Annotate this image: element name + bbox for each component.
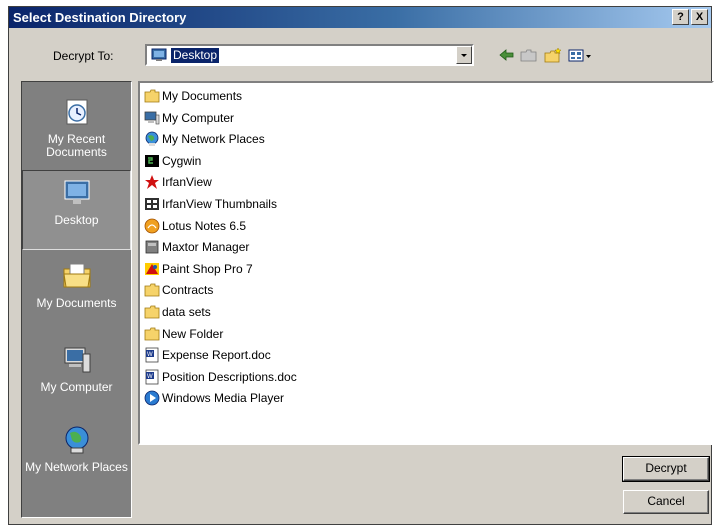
doc-icon: W — [145, 347, 159, 363]
file-name: My Network Places — [162, 132, 265, 147]
desktop-icon — [64, 180, 89, 204]
file-name: IrfanView — [162, 175, 212, 190]
places-bar: My Recent Documents Desktop My Documents — [21, 81, 132, 518]
file-name: Windows Media Player — [162, 391, 285, 406]
svg-text:W: W — [147, 374, 153, 380]
file-row[interactable]: Cygwin — [144, 152, 201, 172]
place-network-places[interactable]: My Network Places — [22, 418, 131, 498]
file-row[interactable]: Contracts — [144, 281, 213, 301]
place-my-computer[interactable]: My Computer — [22, 338, 131, 418]
desktop-icon — [151, 48, 167, 61]
file-name: Contracts — [162, 283, 214, 298]
thumbs-icon — [145, 198, 159, 210]
select-destination-dialog: Select Destination Directory ? X Decrypt… — [8, 6, 714, 525]
file-name: Position Descriptions.doc — [162, 369, 297, 384]
decrypt-button[interactable]: Decrypt — [622, 456, 710, 482]
file-name: Lotus Notes 6.5 — [162, 218, 247, 233]
folder-icon — [144, 283, 160, 297]
file-row[interactable]: My Network Places — [144, 130, 265, 150]
recent-documents-icon — [66, 99, 87, 125]
up-folder-icon[interactable] — [519, 47, 539, 64]
file-name: My Computer — [162, 110, 235, 125]
file-row[interactable]: W Position Descriptions.doc — [144, 368, 297, 388]
file-list[interactable]: My Documents My Computer My Network Places… — [138, 81, 714, 445]
place-label: My Documents — [36, 296, 117, 310]
place-recent-documents[interactable]: My Recent Documents — [22, 90, 131, 170]
my-documents-icon — [62, 263, 91, 288]
decrypt-to-combo[interactable]: Desktop — [145, 44, 474, 66]
file-name: My Documents — [162, 89, 243, 103]
folder-icon — [144, 327, 160, 340]
help-button[interactable]: ? — [672, 9, 689, 25]
window-title: Select Destination Directory — [13, 10, 187, 25]
file-row[interactable]: data sets — [144, 303, 211, 323]
place-label: My Computer — [40, 380, 113, 394]
folder-icon — [144, 89, 160, 103]
dropdown-arrow-button[interactable] — [456, 46, 472, 64]
place-my-documents[interactable]: My Documents — [22, 254, 131, 334]
place-label: My Network Places — [25, 460, 128, 474]
computer-icon — [144, 111, 160, 124]
file-row[interactable]: IrfanView — [144, 173, 212, 193]
file-row[interactable]: New Folder — [144, 325, 223, 345]
decrypt-to-value: Desktop — [171, 48, 220, 63]
psp-icon — [145, 262, 159, 275]
cancel-button[interactable]: Cancel — [623, 490, 709, 514]
wmp-icon — [144, 390, 160, 406]
folder-icon — [144, 305, 160, 319]
file-row[interactable]: My Documents — [144, 87, 242, 107]
maxtor-icon — [145, 240, 159, 254]
file-row[interactable]: W Expense Report.doc — [144, 346, 271, 366]
file-name: Maxtor Manager — [162, 240, 250, 255]
place-label: My Recent Documents — [46, 132, 107, 159]
file-name: data sets — [162, 305, 211, 319]
view-menu-icon[interactable] — [567, 47, 593, 64]
file-name: New Folder — [162, 326, 224, 341]
file-name: Paint Shop Pro 7 — [162, 261, 253, 276]
place-label: Desktop — [54, 213, 99, 227]
lotus-icon — [144, 218, 160, 233]
doc-icon: W — [145, 369, 159, 385]
place-desktop[interactable]: Desktop — [22, 170, 131, 250]
file-row[interactable]: My Computer — [144, 109, 234, 129]
title-bar: Select Destination Directory ? X — [9, 7, 711, 28]
network-places-icon — [65, 426, 88, 454]
cygwin-icon — [145, 154, 159, 167]
file-name: Cygwin — [162, 153, 202, 168]
file-row[interactable]: Lotus Notes 6.5 — [144, 217, 246, 237]
new-folder-icon[interactable] — [543, 47, 563, 64]
network-icon — [145, 131, 159, 147]
file-name: IrfanView Thumbnails — [162, 197, 277, 211]
chevron-down-icon — [461, 54, 467, 57]
my-computer-icon — [64, 347, 90, 373]
file-name: Expense Report.doc — [162, 348, 271, 363]
file-row[interactable]: Paint Shop Pro 7 — [144, 260, 253, 280]
close-button[interactable]: X — [691, 9, 708, 25]
irfan-icon — [145, 175, 159, 190]
file-row[interactable]: Windows Media Player — [144, 389, 284, 409]
svg-text:W: W — [147, 352, 153, 358]
file-row[interactable]: IrfanView Thumbnails — [144, 195, 277, 215]
file-row[interactable]: Maxtor Manager — [144, 238, 249, 258]
back-icon[interactable] — [497, 47, 517, 64]
decrypt-to-label: Decrypt To: — [53, 49, 114, 63]
